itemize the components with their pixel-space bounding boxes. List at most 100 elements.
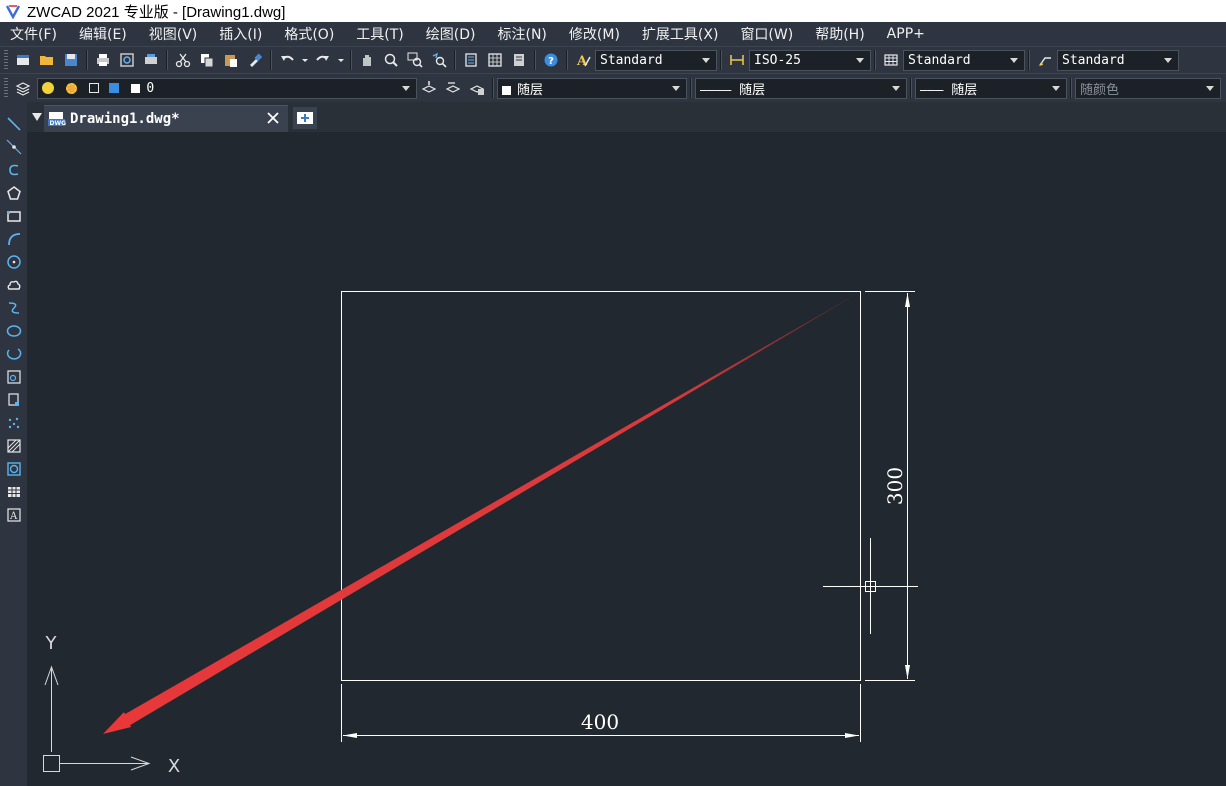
menu-draw[interactable]: 绘图(D) — [426, 24, 476, 44]
svg-text:DWG: DWG — [50, 120, 67, 127]
properties-icon[interactable] — [460, 49, 482, 71]
dim-style-dropdown[interactable]: ISO-25 — [749, 49, 871, 71]
menu-tools[interactable]: 工具(T) — [356, 24, 403, 44]
multileader-style-icon — [1034, 49, 1056, 71]
menu-bar: 文件(F) 编辑(E) 视图(V) 插入(I) 格式(O) 工具(T) 绘图(D… — [0, 22, 1226, 46]
horizontal-dimension[interactable]: 400 — [341, 684, 861, 742]
match-properties-icon[interactable] — [244, 49, 266, 71]
region-icon[interactable] — [3, 457, 25, 480]
construction-line-icon[interactable] — [3, 135, 25, 158]
menu-dimension[interactable]: 标注(N) — [498, 24, 547, 44]
chevron-down-icon — [672, 85, 680, 91]
mtext-icon[interactable]: A — [3, 503, 25, 526]
polyline-icon[interactable] — [3, 158, 25, 181]
table-icon[interactable] — [3, 480, 25, 503]
new-drawing-icon — [297, 112, 313, 124]
new-icon[interactable] — [12, 49, 34, 71]
chevron-down-icon — [856, 57, 864, 63]
open-icon[interactable] — [36, 49, 58, 71]
menu-view[interactable]: 视图(V) — [149, 24, 198, 44]
zoom-realtime-icon[interactable] — [380, 49, 402, 71]
color-swatch — [502, 85, 511, 95]
vertical-dimension[interactable]: 300 — [865, 291, 915, 681]
plot-preview-icon[interactable] — [116, 49, 138, 71]
plot-style-dropdown[interactable]: 随颜色 — [1075, 77, 1221, 99]
revision-cloud-icon[interactable] — [3, 273, 25, 296]
sun-freeze-icon — [65, 82, 77, 94]
toolbar-grip[interactable] — [4, 78, 8, 98]
redo-icon[interactable] — [312, 49, 334, 71]
design-center-icon[interactable] — [484, 49, 506, 71]
plotter-icon[interactable] — [140, 49, 162, 71]
ellipse-icon[interactable] — [3, 319, 25, 342]
color-dropdown[interactable]: 随层 — [497, 77, 687, 99]
undo-dropdown-icon[interactable] — [300, 49, 310, 71]
zwcad-logo-icon — [5, 3, 21, 19]
menu-express-tools[interactable]: 扩展工具(X) — [642, 24, 719, 44]
help-icon[interactable]: ? — [540, 49, 562, 71]
cut-icon[interactable] — [172, 49, 194, 71]
menu-format[interactable]: 格式(O) — [284, 24, 334, 44]
tab-drawing1[interactable]: DWG Drawing1.dwg* — [44, 105, 288, 132]
spline-icon[interactable] — [3, 296, 25, 319]
text-style-dropdown[interactable]: Standard — [595, 49, 717, 71]
circle-icon[interactable] — [3, 250, 25, 273]
table-style-dropdown[interactable]: Standard — [903, 49, 1025, 71]
point-icon[interactable] — [3, 411, 25, 434]
ucs-x-label: X — [168, 756, 180, 777]
insert-block-icon[interactable] — [3, 365, 25, 388]
linetype-dropdown[interactable]: ———— 随层 — [695, 77, 907, 99]
tab-label: Drawing1.dwg* — [70, 111, 180, 127]
zoom-window-icon[interactable] — [404, 49, 426, 71]
menu-modify[interactable]: 修改(M) — [569, 24, 620, 44]
annotation-arrow — [103, 292, 860, 734]
viewport-freeze-icon — [88, 83, 99, 93]
tab-list-dropdown-icon[interactable] — [32, 113, 42, 121]
drawing-canvas[interactable]: 400 300 Y X — [27, 132, 1226, 786]
menu-help[interactable]: 帮助(H) — [815, 24, 864, 44]
layer-state-icon[interactable] — [466, 77, 488, 99]
polygon-icon[interactable] — [3, 181, 25, 204]
tool-palette-icon[interactable] — [508, 49, 530, 71]
menu-app-plus[interactable]: APP+ — [887, 26, 925, 42]
hatch-icon[interactable] — [3, 434, 25, 457]
chevron-down-icon — [1052, 85, 1060, 91]
make-block-icon[interactable] — [3, 388, 25, 411]
make-object-layer-current-icon[interactable] — [418, 77, 440, 99]
draw-toolbar: A — [0, 102, 27, 532]
rectangle-entity[interactable] — [341, 291, 861, 681]
svg-text:A: A — [576, 54, 588, 68]
crosshair-cursor — [823, 538, 918, 634]
layer-dropdown[interactable]: 0 — [37, 77, 417, 99]
menu-edit[interactable]: 编辑(E) — [79, 24, 127, 44]
ellipse-arc-icon[interactable] — [3, 342, 25, 365]
line-icon[interactable] — [3, 112, 25, 135]
layers-properties-toolbar: 0 随层 ———— 随层 ——— 随层 随颜色 — [0, 73, 1226, 102]
copy-icon[interactable] — [196, 49, 218, 71]
standard-toolbar: ? A Standard ISO-25 Standard Standard — [0, 46, 1226, 73]
undo-icon[interactable] — [276, 49, 298, 71]
dwg-file-icon: DWG — [48, 111, 66, 127]
layer-previous-icon[interactable] — [442, 77, 464, 99]
redo-dropdown-icon[interactable] — [336, 49, 346, 71]
paste-icon[interactable] — [220, 49, 242, 71]
toolbar-grip[interactable] — [4, 50, 8, 70]
new-tab-button[interactable] — [293, 107, 317, 129]
zoom-previous-icon[interactable] — [428, 49, 450, 71]
close-icon[interactable] — [266, 111, 280, 125]
menu-file[interactable]: 文件(F) — [10, 24, 57, 44]
multileader-style-dropdown[interactable]: Standard — [1057, 49, 1179, 71]
arc-icon[interactable] — [3, 227, 25, 250]
save-icon[interactable] — [60, 49, 82, 71]
layer-manager-icon[interactable] — [12, 77, 34, 99]
pan-icon[interactable] — [356, 49, 378, 71]
menu-insert[interactable]: 插入(I) — [219, 24, 262, 44]
chevron-down-icon — [892, 85, 900, 91]
print-icon[interactable] — [92, 49, 114, 71]
chevron-down-icon — [402, 85, 410, 91]
chevron-down-icon — [1164, 57, 1172, 63]
table-style-icon — [880, 49, 902, 71]
lineweight-dropdown[interactable]: ——— 随层 — [915, 77, 1067, 99]
rectangle-icon[interactable] — [3, 204, 25, 227]
menu-window[interactable]: 窗口(W) — [740, 24, 793, 44]
